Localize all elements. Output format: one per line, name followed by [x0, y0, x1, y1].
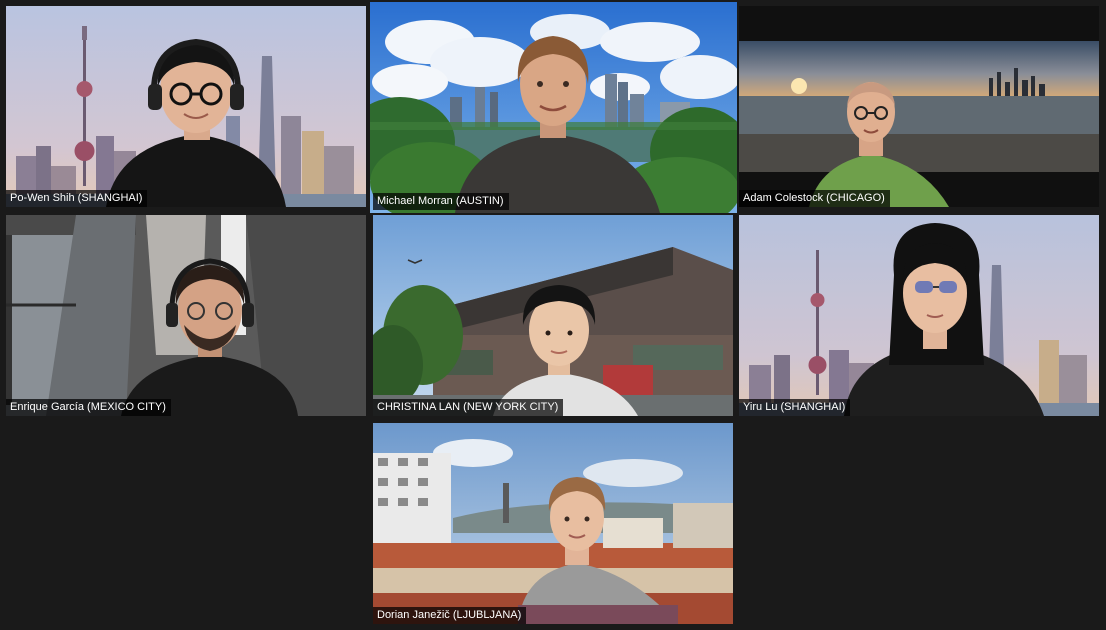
participant-video-adam-colestock: [809, 82, 949, 207]
participant-name-label: Po-Wen Shih (SHANGHAI): [6, 190, 148, 207]
participant-video-christina-lan: [493, 285, 638, 416]
participant-video-dorian-janezic: [518, 477, 678, 624]
participant-video-po-wen-shih: [106, 38, 286, 207]
participant-name-label: Michael Morran (AUSTIN): [373, 193, 509, 210]
participant-tile-yiru-lu[interactable]: Yiru Lu (SHANGHAI): [739, 215, 1099, 416]
participant-tile-enrique-garcia[interactable]: Enrique García (MEXICO CITY): [6, 215, 366, 416]
participant-tile-dorian-janezic[interactable]: Dorian Janežič (LJUBLJANA): [373, 423, 733, 624]
participant-tile-adam-colestock[interactable]: Adam Colestock (CHICAGO): [739, 6, 1099, 207]
participant-video-yiru-lu: [844, 223, 1044, 416]
participant-name-label: Enrique García (MEXICO CITY): [6, 399, 171, 416]
participant-name-label: Adam Colestock (CHICAGO): [739, 190, 890, 207]
participant-video-enrique-garcia: [121, 258, 298, 416]
participant-name-label: Yiru Lu (SHANGHAI): [739, 399, 851, 416]
participant-tile-po-wen-shih[interactable]: Po-Wen Shih (SHANGHAI): [6, 6, 366, 207]
participant-tile-michael-morran[interactable]: Michael Morran (AUSTIN): [370, 2, 737, 213]
participant-tile-christina-lan[interactable]: CHRISTINA LAN (NEW YORK CITY): [373, 215, 733, 416]
participant-video-michael-morran: [455, 36, 660, 213]
participant-name-label: CHRISTINA LAN (NEW YORK CITY): [373, 399, 564, 416]
participant-name-label: Dorian Janežič (LJUBLJANA): [373, 607, 527, 624]
